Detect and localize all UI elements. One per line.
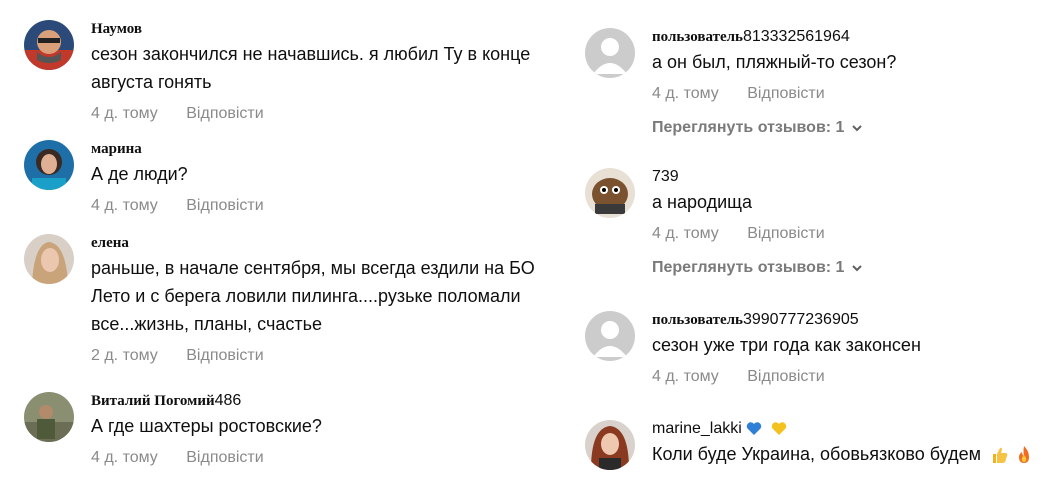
comment-author[interactable]: 739 — [652, 168, 1035, 186]
heart-blue-icon — [747, 422, 762, 436]
comment-author[interactable]: Наумов — [91, 20, 554, 38]
thumbs-up-icon — [992, 448, 1008, 464]
fire-icon — [1019, 446, 1029, 464]
comment-text: сезон закончился не начавшись. я любил Т… — [91, 44, 531, 92]
comment-author[interactable]: елена — [91, 234, 554, 252]
comment-time: 4 д. тому — [91, 105, 158, 122]
comment-text: А де люди? — [91, 164, 188, 184]
comment-time: 4 д. тому — [652, 85, 719, 102]
comment-author[interactable]: Виталий Погомий486 — [91, 392, 554, 410]
avatar[interactable] — [24, 392, 74, 442]
view-replies-label: Переглянуть отзывов: 1 — [652, 119, 845, 136]
avatar[interactable] — [585, 168, 635, 218]
comment-text: сезон уже три года как законсен — [652, 335, 921, 355]
avatar[interactable] — [24, 20, 74, 70]
avatar[interactable] — [24, 234, 74, 284]
comment-time: 4 д. тому — [652, 225, 719, 242]
comment-time: 4 д. тому — [91, 449, 158, 466]
comment-text: А где шахтеры ростовские? — [91, 416, 322, 436]
comment-author[interactable]: пользователь813332561964 — [652, 28, 1035, 46]
comment-text: а народища — [652, 192, 752, 212]
comment-text: Коли буде Украина, обовьязково будем — [652, 440, 1042, 468]
chevron-down-icon — [852, 125, 863, 132]
comment-text: раньше, в начале сентября, мы всегда езд… — [91, 258, 535, 334]
avatar[interactable] — [24, 140, 74, 190]
reply-button[interactable]: Відповісти — [186, 346, 263, 366]
comment-author[interactable]: marine_lakki — [652, 420, 1035, 438]
reply-button[interactable]: Відповісти — [186, 196, 263, 216]
view-replies-button[interactable]: Переглянуть отзывов: 1 — [652, 258, 1035, 278]
reply-button[interactable]: Відповісти — [186, 104, 263, 124]
comment-time: 4 д. тому — [91, 197, 158, 214]
view-replies-label: Переглянуть отзывов: 1 — [652, 259, 845, 276]
comment-author[interactable]: марина — [91, 140, 554, 158]
reply-button[interactable]: Відповісти — [747, 367, 824, 387]
view-replies-button[interactable]: Переглянуть отзывов: 1 — [652, 118, 1035, 138]
comment-time: 4 д. тому — [652, 368, 719, 385]
chevron-down-icon — [852, 265, 863, 272]
default-avatar-icon[interactable] — [585, 311, 635, 361]
avatar[interactable] — [585, 420, 635, 470]
heart-yellow-icon — [771, 422, 786, 436]
reply-button[interactable]: Відповісти — [186, 448, 263, 468]
reply-button[interactable]: Відповісти — [747, 224, 824, 244]
reply-button[interactable]: Відповісти — [747, 84, 824, 104]
comment-text: а он был, пляжный-то сезон? — [652, 52, 897, 72]
comment-author[interactable]: пользователь3990777236905 — [652, 311, 1035, 329]
comment-time: 2 д. тому — [91, 347, 158, 364]
default-avatar-icon[interactable] — [585, 28, 635, 78]
